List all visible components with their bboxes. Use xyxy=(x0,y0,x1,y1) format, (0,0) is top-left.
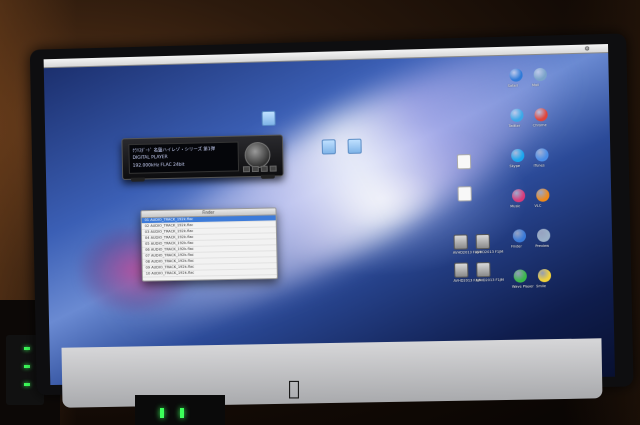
doc-icon[interactable] xyxy=(456,154,472,170)
player-title: ｸﾗﾘｽﾀﾞｰﾄﾞ 名盤ハイレゾ・シリーズ 第1弾 xyxy=(132,146,215,154)
status-led xyxy=(160,408,164,418)
galaxy-band xyxy=(87,44,602,368)
app-label: Twitter xyxy=(509,124,521,128)
app-icon[interactable] xyxy=(538,269,551,282)
thumb-icon[interactable]: AVHD2013 F1JM xyxy=(453,262,469,282)
app-label: Preview xyxy=(535,244,549,248)
app-label: Mail xyxy=(532,83,539,87)
player-display: ｸﾗﾘｽﾀﾞｰﾄﾞ 名盤ハイレゾ・シリーズ 第1弾 DIGITAL PLAYER… xyxy=(128,142,239,174)
play-button[interactable] xyxy=(243,166,250,172)
app-icon[interactable] xyxy=(534,108,547,121)
volume-knob[interactable] xyxy=(244,142,270,168)
app-label: Safari xyxy=(508,84,518,88)
status-led xyxy=(24,365,30,368)
app-label: Skype xyxy=(509,164,520,168)
app-icon[interactable] xyxy=(535,148,548,161)
stop-button[interactable] xyxy=(252,166,259,172)
app-label: Smile xyxy=(536,284,546,288)
folder-glyph-icon xyxy=(322,139,336,154)
doc-glyph-icon xyxy=(457,154,471,169)
thumb-glyph-icon xyxy=(476,234,490,249)
folder-glyph-icon xyxy=(348,139,362,154)
app-icon[interactable] xyxy=(514,269,527,282)
app-label: VLC xyxy=(534,204,541,208)
doc-icon[interactable] xyxy=(457,186,473,202)
thumb-glyph-icon xyxy=(476,262,490,277)
icon-label: AVHD2013 F1JM xyxy=(475,250,491,254)
app-icon[interactable] xyxy=(513,229,526,242)
thumb-icon[interactable]: AVHD2013 F1JM xyxy=(475,262,492,282)
status-led xyxy=(24,347,30,350)
icon-label: AVHD2013 F1JM xyxy=(453,250,469,254)
finder-list: 01 AUDIO_TRACK_192k.flac 02 AUDIO_TRACK_1… xyxy=(142,215,277,277)
icon-label: AVHD2013 F1JM xyxy=(476,278,492,282)
doc-glyph-icon xyxy=(458,186,472,201)
folder-glyph-icon xyxy=(262,111,276,126)
file-row[interactable]: 10 AUDIO_TRACK_192k.flac xyxy=(143,269,277,277)
gear-icon[interactable]: ⚙ xyxy=(584,44,590,52)
finder-window[interactable]: Finder 01 AUDIO_TRACK_192k.flac 02 AUDIO_… xyxy=(141,207,278,281)
app-icon[interactable] xyxy=(537,229,550,242)
thumb-glyph-icon xyxy=(454,262,468,277)
player-foot xyxy=(261,175,275,179)
app-icon[interactable] xyxy=(512,189,525,202)
thumb-icon[interactable]: AVHD2013 F1JM xyxy=(475,234,492,254)
next-button[interactable] xyxy=(261,166,268,172)
folder-icon[interactable] xyxy=(321,139,337,155)
app-label: iTunes xyxy=(534,163,545,167)
prev-button[interactable] xyxy=(270,166,277,172)
player-format: 192.000kHz FLAC 24bit xyxy=(133,163,185,169)
app-label: Finder xyxy=(511,244,522,248)
app-label: Music xyxy=(510,204,520,208)
player-foot xyxy=(131,177,145,181)
icon-label: AVHD2013 F1JM xyxy=(453,279,469,283)
status-led xyxy=(24,383,30,386)
folder-icon[interactable] xyxy=(347,139,363,155)
app-icon[interactable] xyxy=(511,149,524,162)
audio-player-window[interactable]: ｸﾗﾘｽﾀﾞｰﾄﾞ 名盤ハイレゾ・シリーズ 第1弾 DIGITAL PLAYER… xyxy=(121,135,283,180)
thumb-icon[interactable]: AVHD2013 F1JM xyxy=(452,234,468,254)
app-icon[interactable] xyxy=(536,188,549,201)
status-led xyxy=(180,408,184,418)
app-label: Chrome xyxy=(533,123,547,127)
thumb-glyph-icon xyxy=(453,234,467,249)
apple-logo-icon:  xyxy=(288,376,300,400)
desktop-screen: ⚙ ｸﾗﾘｽﾀﾞｰﾄﾞ 名盤ハイレゾ・シリーズ 第1弾 DIGITAL PLAY… xyxy=(44,44,615,385)
folder-icon[interactable] xyxy=(261,111,277,127)
app-label: Wave Player xyxy=(512,284,534,288)
player-subtitle: DIGITAL PLAYER xyxy=(133,155,168,161)
